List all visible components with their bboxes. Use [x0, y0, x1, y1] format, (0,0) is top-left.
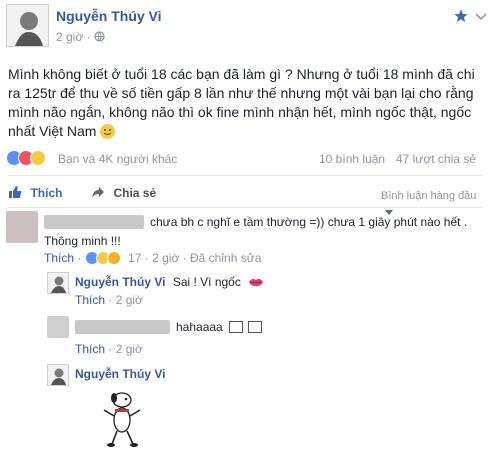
chevron-down-icon[interactable]	[476, 13, 486, 21]
reaction-icons[interactable]	[6, 150, 54, 166]
comment-reaction-count[interactable]: 17	[128, 251, 141, 265]
share-arrow-icon	[92, 187, 104, 198]
comment-author-blurred[interactable]	[44, 215, 144, 229]
comment-reaction-icons[interactable]	[84, 251, 125, 265]
post-body-text: Mình không biết ở tuổi 18 các bạn đã làm…	[8, 66, 475, 139]
avatar-photo	[48, 273, 68, 293]
reply-2-avatar-blurred[interactable]	[47, 316, 69, 338]
reply-2-actions: Thích · 2 giờ	[75, 342, 143, 356]
post-time[interactable]: 2 giờ	[56, 30, 83, 44]
reply-time[interactable]: 2 giờ	[116, 293, 143, 307]
post-body: Mình không biết ở tuổi 18 các bạn đã làm…	[8, 65, 478, 141]
avatar-photo	[48, 365, 68, 385]
haha-reaction-icon	[30, 150, 46, 166]
actions-divider-bottom	[8, 207, 482, 208]
thumbs-up-icon	[9, 186, 22, 198]
reply-text: Sai ! Vì ngốc	[172, 275, 241, 289]
globe-icon	[94, 31, 105, 42]
star-icon[interactable]	[454, 9, 468, 23]
shares-count[interactable]: 47 lượt chia sẻ	[396, 152, 476, 166]
comment-time[interactable]: 2 giờ	[152, 251, 179, 265]
like-button[interactable]: Thích	[8, 184, 62, 202]
kiss-lips-icon	[249, 278, 264, 287]
actions-divider-top	[8, 175, 482, 176]
post-author-avatar[interactable]	[6, 4, 49, 47]
post-author-name[interactable]: Nguyễn Thúy Vi	[56, 8, 162, 24]
avatar-photo	[7, 5, 48, 46]
reply-2-text-wrap: hahaaaa	[176, 320, 263, 334]
comment-text: chưa bh c nghĩ e tầm thường =)) chưa 1 g…	[150, 215, 480, 229]
reply-like-link[interactable]: Thích	[75, 293, 105, 307]
reply-1-actions: Thích · 2 giờ	[75, 293, 143, 307]
reply-2-like-link[interactable]: Thích	[75, 342, 105, 356]
sticker-emoji-icon	[248, 321, 263, 333]
reply-author-name[interactable]: Nguyễn Thúy Vi	[75, 275, 165, 289]
reply-3-author-avatar[interactable]	[47, 364, 69, 386]
smile-emoji-icon	[100, 124, 116, 139]
comment-edited[interactable]: Đã chỉnh sửa	[190, 251, 261, 265]
share-button[interactable]: Chia sẻ	[91, 184, 156, 202]
reply-2-time[interactable]: 2 giờ	[116, 342, 143, 356]
comment-avatar-blurred[interactable]	[6, 211, 38, 243]
comment-like-link[interactable]: Thích	[44, 251, 74, 265]
reply-author-avatar[interactable]	[47, 272, 69, 294]
comment-sort-label: Bình luận hàng đầu	[381, 190, 477, 202]
comment-text-line1: chưa bh c nghĩ e tầm thường =)) chưa 1 g…	[150, 215, 468, 229]
comments-count[interactable]: 10 bình luận	[319, 152, 385, 166]
reply-2-text: hahaaaa	[176, 320, 223, 334]
reactions-summary[interactable]: Bạn và 4K người khác	[58, 152, 177, 166]
share-label: Chia sẻ	[113, 186, 157, 200]
comment-text-line2: Thông minh !!!	[44, 234, 121, 248]
dot-separator: ·	[86, 30, 94, 44]
comment-actions: Thích · 17 · 2 giờ · Đã chỉnh sửa	[44, 251, 262, 265]
reply-2-author-blurred[interactable]	[75, 320, 170, 334]
sticker-emoji-icon	[229, 321, 244, 333]
reply-3-author-name[interactable]: Nguyễn Thúy Vi	[75, 367, 165, 381]
post-meta: 2 giờ ·	[56, 30, 105, 44]
wow-reaction-icon	[106, 251, 121, 265]
dancing-dog-sticker	[103, 392, 141, 447]
reply-1: Nguyễn Thúy Vi Sai ! Vì ngốc	[75, 275, 264, 289]
like-label: Thích	[30, 186, 63, 200]
